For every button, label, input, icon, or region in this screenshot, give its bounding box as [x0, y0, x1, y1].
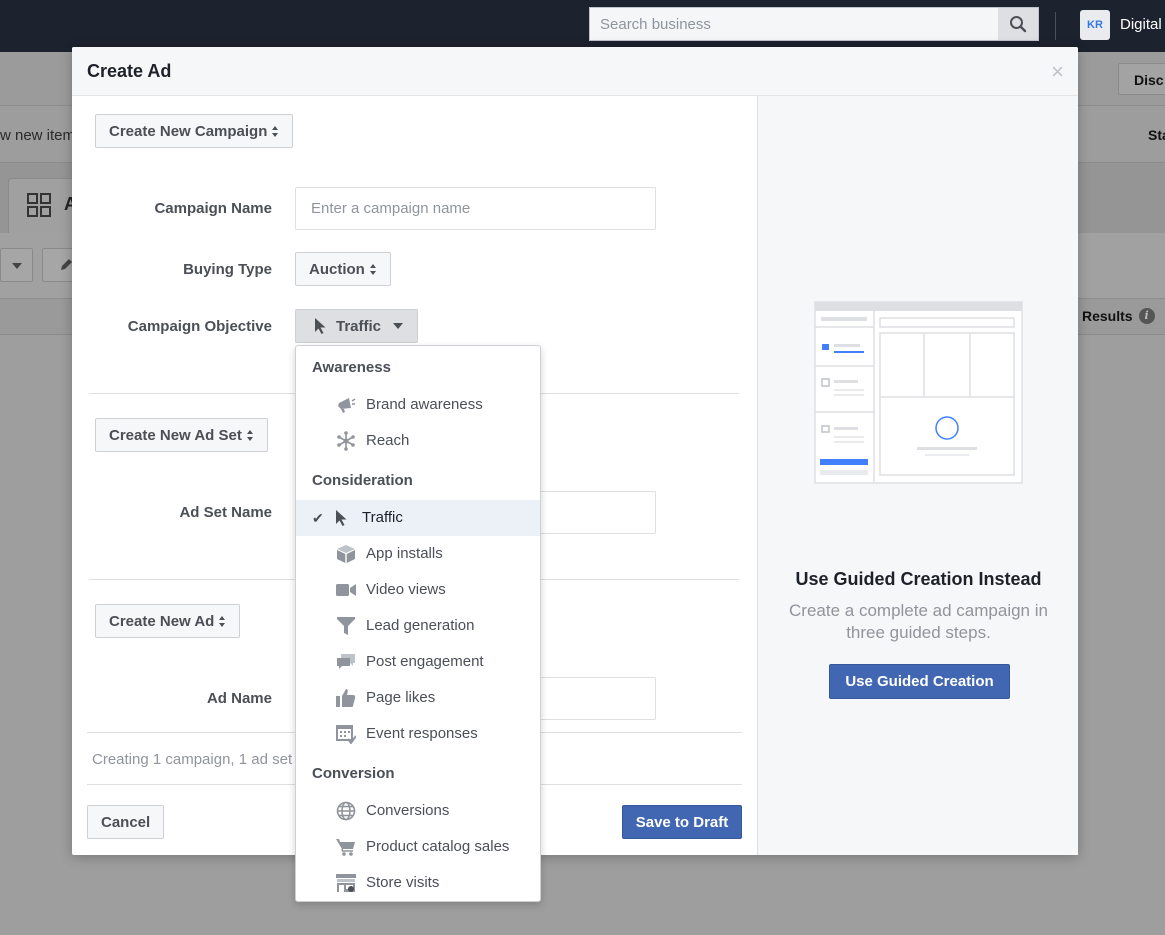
menu-item-brand-awareness[interactable]: Brand awareness	[296, 387, 540, 423]
campaign-name-label: Campaign Name	[154, 200, 272, 217]
menu-item-video-views[interactable]: Video views	[296, 572, 540, 608]
cancel-label: Cancel	[101, 813, 151, 831]
megaphone-icon	[336, 395, 356, 415]
menu-group-awareness: Awareness	[312, 359, 391, 376]
topbar-divider	[1055, 12, 1056, 40]
modal-title: Create Ad	[87, 61, 172, 81]
calendar-icon	[336, 724, 356, 744]
menu-item-post-engagement[interactable]: Post engagement	[296, 644, 540, 680]
cart-icon	[336, 837, 356, 857]
menu-item-store-visits[interactable]: Store visits	[296, 865, 540, 901]
close-icon[interactable]: ×	[1051, 61, 1064, 83]
thumbs-up-icon	[336, 688, 356, 708]
menu-item-lead-generation[interactable]: Lead generation	[296, 608, 540, 644]
chat-bubbles-icon	[336, 652, 356, 672]
menu-item-label: App installs	[366, 545, 443, 562]
chevron-down-icon	[12, 263, 22, 269]
info-icon: i	[1138, 308, 1155, 324]
menu-item-label: Lead generation	[366, 617, 475, 634]
top-navigation-bar: KR Digital	[0, 0, 1165, 52]
cursor-icon	[332, 508, 352, 528]
buying-type-label: Buying Type	[183, 261, 272, 278]
ad-name-label: Ad Name	[206, 690, 272, 707]
review-new-items-text: w new item	[0, 127, 76, 144]
sort-arrows-icon	[219, 615, 226, 627]
menu-item-reach[interactable]: Reach	[296, 423, 540, 459]
menu-group-consideration: Consideration	[312, 472, 413, 489]
menu-item-label: Brand awareness	[366, 396, 483, 413]
video-camera-icon	[336, 580, 356, 600]
guided-creation-illustration	[814, 301, 1023, 484]
menu-item-label: Conversions	[366, 802, 450, 819]
campaign-name-field	[295, 187, 656, 230]
menu-item-label: Event responses	[366, 725, 478, 742]
menu-item-product-catalog-sales[interactable]: Product catalog sales	[296, 829, 540, 865]
results-column-header: Results i	[1082, 308, 1155, 324]
account-avatar[interactable]: KR	[1080, 10, 1110, 40]
create-new-campaign-button[interactable]: Create New Campaign	[95, 114, 294, 148]
menu-item-label: Traffic	[362, 509, 403, 526]
campaign-objective-label: Campaign Objective	[127, 318, 272, 335]
menu-item-label: Store visits	[366, 874, 440, 891]
menu-item-label: Page likes	[366, 689, 436, 706]
menu-item-page-likes[interactable]: Page likes	[296, 680, 540, 716]
menu-item-label: Reach	[366, 432, 410, 449]
menu-item-event-responses[interactable]: Event responses	[296, 716, 540, 752]
menu-item-app-installs[interactable]: App installs	[296, 536, 540, 572]
chevron-down-icon	[393, 323, 404, 329]
create-new-ad-label: Create New Ad	[109, 612, 215, 630]
status-header: Sta	[1148, 127, 1165, 143]
checkmark-icon: ✔	[312, 510, 324, 526]
discard-button: Disc	[1118, 63, 1165, 95]
reach-icon	[336, 431, 356, 451]
grid-icon	[27, 193, 51, 217]
ad-set-name-label: Ad Set Name	[179, 504, 272, 521]
menu-item-label: Post engagement	[366, 653, 484, 670]
results-header-label: Results	[1082, 308, 1133, 324]
sort-arrows-icon	[246, 429, 254, 441]
guided-creation-title: Use Guided Creation Instead	[795, 569, 1042, 589]
use-guided-creation-button[interactable]: Use Guided Creation	[829, 664, 1010, 699]
creation-summary-text: Creating 1 campaign, 1 ad set	[92, 751, 293, 768]
actions-dropdown	[0, 248, 33, 282]
menu-item-traffic[interactable]: ✔ Traffic	[296, 500, 540, 536]
save-to-draft-button[interactable]: Save to Draft	[622, 805, 742, 839]
campaign-objective-select[interactable]: Traffic	[295, 309, 419, 343]
menu-group-conversion: Conversion	[312, 765, 395, 782]
buying-type-select[interactable]: Auction	[295, 252, 391, 286]
cursor-icon	[315, 318, 326, 334]
campaign-objective-menu: Awareness Brand awareness Reach Consider…	[295, 345, 541, 902]
modal-header: Create Ad ×	[72, 47, 1078, 96]
create-new-ad-set-label: Create New Ad Set	[109, 426, 242, 444]
search-icon	[1010, 16, 1027, 33]
funnel-icon	[336, 616, 356, 636]
menu-item-conversions[interactable]: Conversions	[296, 793, 540, 829]
account-name[interactable]: Digital	[1120, 16, 1162, 33]
globe-icon	[336, 801, 356, 821]
campaign-objective-value: Traffic	[336, 317, 382, 335]
guided-creation-description: Create a complete ad campaign in three g…	[789, 601, 1048, 642]
guided-creation-panel: Use Guided Creation Instead Create a com…	[757, 96, 1078, 855]
create-new-ad-set-button[interactable]: Create New Ad Set	[95, 418, 268, 452]
box-icon	[336, 544, 356, 564]
campaign-name-input[interactable]	[296, 188, 655, 229]
create-ad-modal: Create Ad × Create New Campaign Campaign…	[72, 47, 1078, 855]
search-business-input[interactable]	[590, 8, 1000, 40]
search-button[interactable]	[998, 8, 1038, 40]
search-business-box	[589, 7, 1039, 41]
cancel-button[interactable]: Cancel	[87, 805, 165, 839]
create-new-ad-button[interactable]: Create New Ad	[95, 604, 241, 638]
create-new-campaign-label: Create New Campaign	[109, 122, 268, 140]
sort-arrows-icon	[369, 263, 377, 275]
store-icon	[336, 873, 356, 893]
buying-type-value: Auction	[309, 260, 365, 278]
sort-arrows-icon	[272, 125, 279, 137]
pencil-icon	[61, 259, 72, 270]
menu-item-label: Product catalog sales	[366, 838, 510, 855]
menu-item-label: Video views	[366, 581, 446, 598]
